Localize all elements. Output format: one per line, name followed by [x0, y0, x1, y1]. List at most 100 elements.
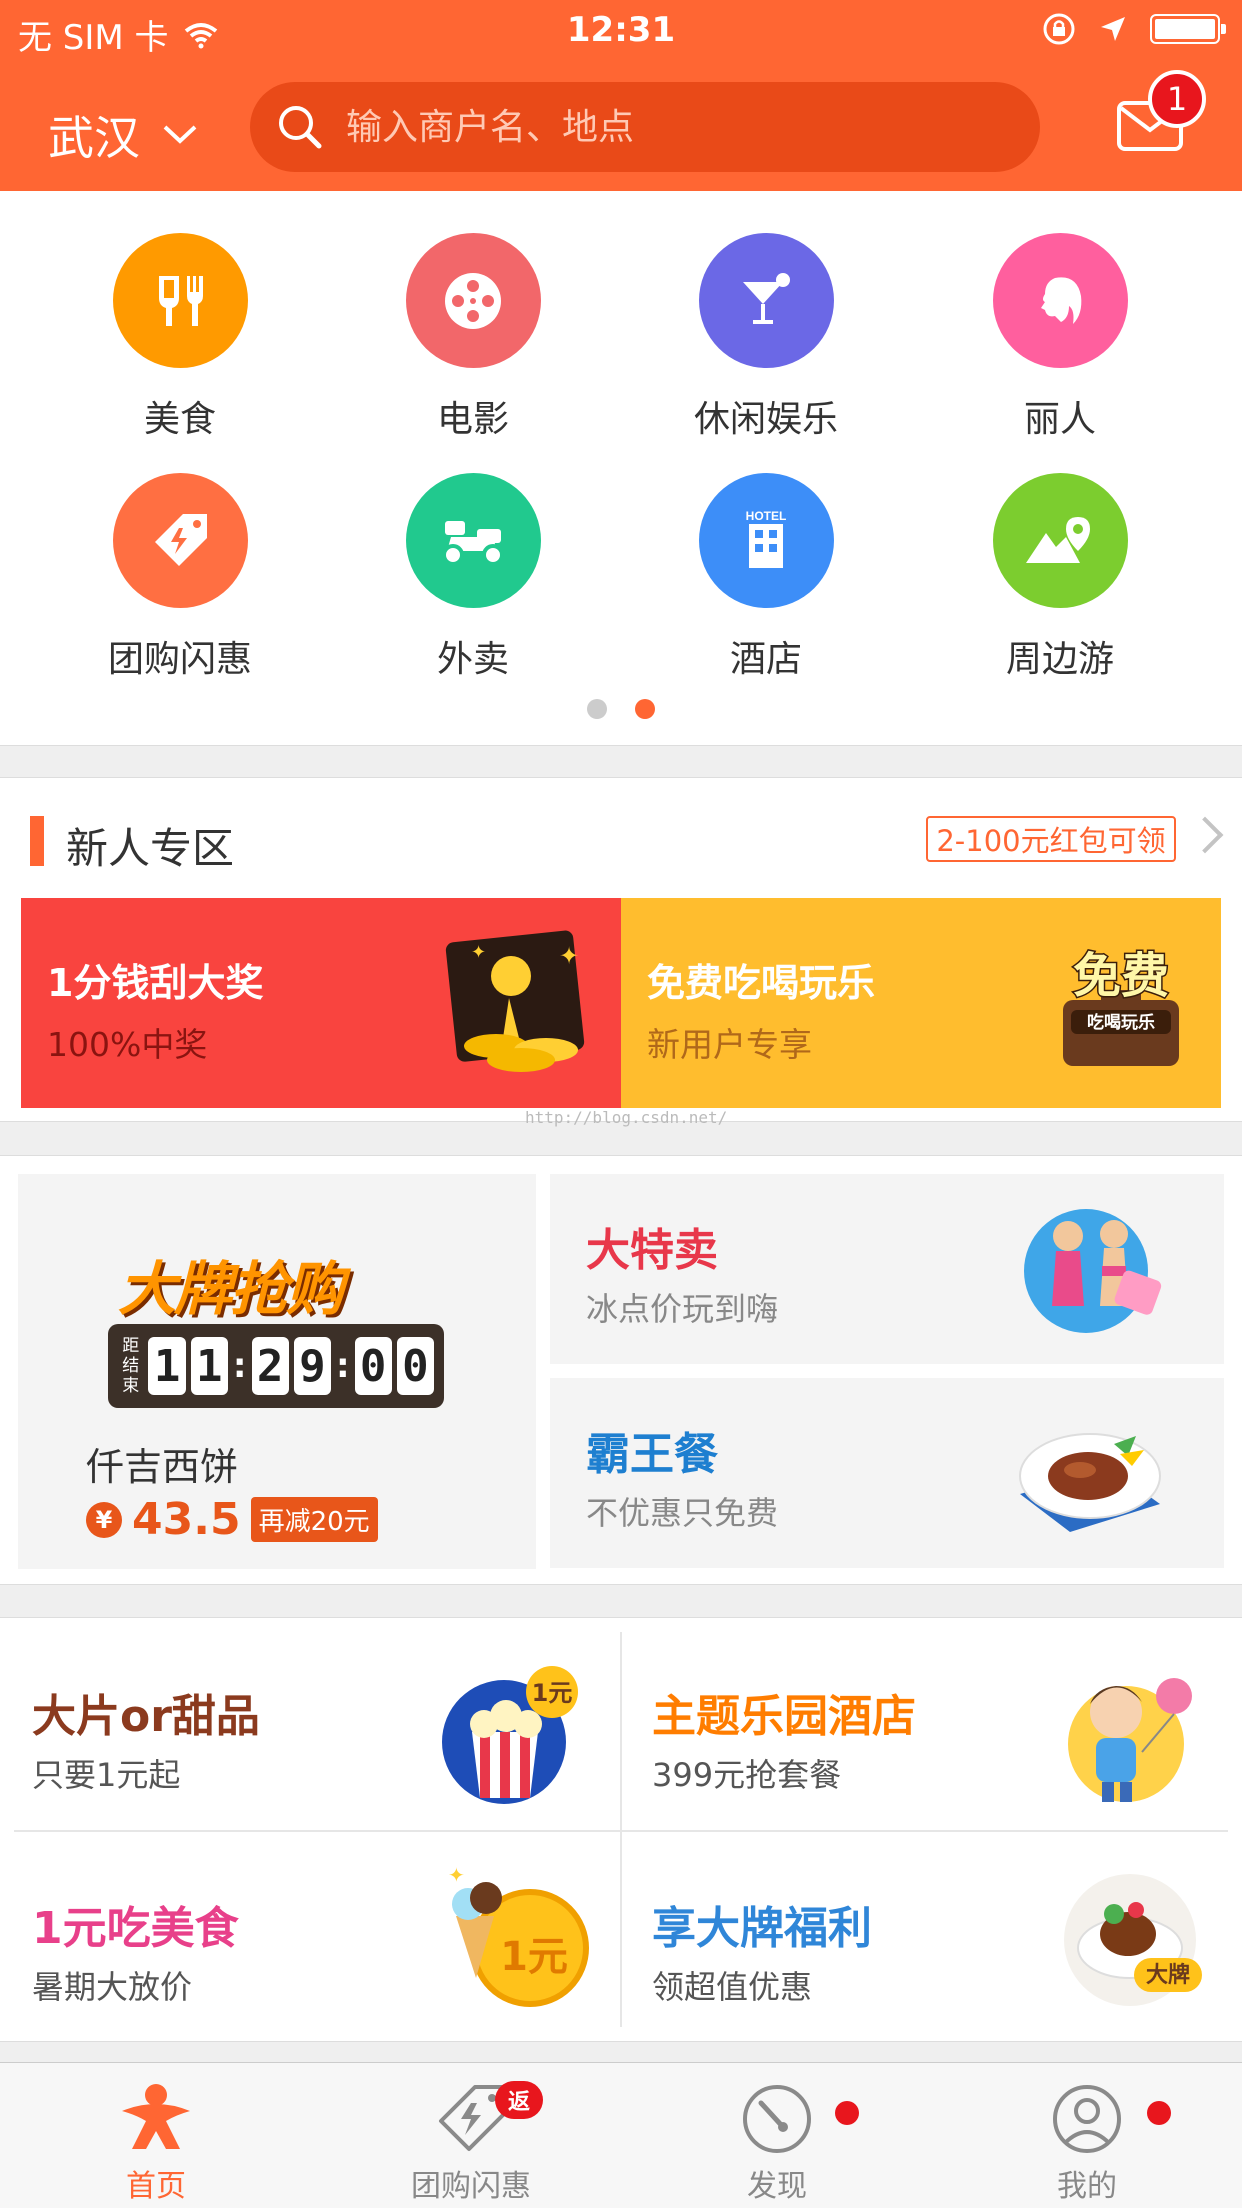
category-entertainment[interactable]: 休闲娱乐 [656, 233, 876, 442]
countdown-label: 距 结 束 [122, 1336, 140, 1396]
promo-title: 大特卖 [586, 1225, 718, 1276]
grid-subtitle: 只要1元起 [32, 1756, 181, 1794]
promotion-section: 大牌抢购 距 结 束 1 1 : 2 9 : 0 0 仟吉西饼 ¥ 43.5 再… [0, 1155, 1242, 1585]
tab-label: 发现 [747, 2169, 807, 2204]
category-beauty[interactable]: 丽人 [950, 233, 1170, 442]
section-title: 新人专区 [66, 824, 235, 873]
tab-home[interactable]: 首页 [56, 2081, 256, 2205]
countdown-digit: 0 [354, 1337, 392, 1395]
brand-welfare-card[interactable]: 享大牌福利 领超值优惠 大牌 [634, 1844, 1234, 2044]
popcorn-badge-text: 1元 [532, 1679, 573, 1707]
price-row: ¥ 43.5 再减20元 [86, 1494, 378, 1545]
countdown-digit: 9 [293, 1337, 331, 1395]
svg-text:✦: ✦ [448, 1863, 465, 1887]
category-label: 外卖 [436, 639, 509, 680]
status-bar: 无 SIM 卡 12:31 [0, 0, 1242, 62]
user-icon [1053, 2085, 1121, 2153]
page-indicator [0, 699, 1242, 719]
deal-price: 43.5 [132, 1494, 241, 1545]
card-title: 免费吃喝玩乐 [647, 961, 876, 1005]
free-badge-subtext: 吃喝玩乐 [1087, 1012, 1155, 1033]
notification-dot [835, 2101, 859, 2125]
chevron-right-icon[interactable] [1186, 816, 1224, 854]
countdown-digit: 0 [396, 1337, 434, 1395]
card-subtitle: 100%中奖 [47, 1025, 208, 1064]
category-nearby-travel[interactable]: 周边游 [950, 473, 1170, 682]
header: 无 SIM 卡 12:31 武汉 输入商户名、地点 1 [0, 0, 1242, 191]
free-fun-card[interactable]: 免费吃喝玩乐 新用户专享 免费 吃喝玩乐 [621, 898, 1221, 1108]
hotel-icon: HOTEL [698, 473, 834, 608]
tab-group-buy[interactable]: 团购闪惠 返 [371, 2081, 571, 2205]
svg-text:✦: ✦ [559, 942, 579, 970]
category-hotel[interactable]: HOTEL 酒店 [656, 473, 876, 682]
battery-icon [1150, 14, 1226, 44]
category-group-buy[interactable]: 团购闪惠 [70, 473, 290, 682]
countdown-digit: 2 [251, 1337, 289, 1395]
tab-discover[interactable]: 发现 [677, 2081, 877, 2205]
theme-park-hotel-card[interactable]: 主题乐园酒店 399元抢套餐 [634, 1632, 1234, 1832]
message-count-badge: 1 [1148, 70, 1206, 128]
woman-profile-icon [992, 233, 1128, 368]
category-food[interactable]: 美食 [70, 233, 290, 442]
countdown-colon: : [232, 1346, 247, 1386]
category-movie[interactable]: 电影 [363, 233, 583, 442]
fork-knife-icon [112, 233, 248, 368]
tab-label: 首页 [126, 2169, 186, 2204]
city-selector[interactable]: 武汉 [48, 102, 198, 168]
category-grid: 美食 电影 休闲娱乐 丽人 团购闪惠 外卖 HOTEL 酒店 周边游 [0, 191, 1242, 746]
movie-dessert-card[interactable]: 大片or甜品 只要1元起 1元 [14, 1632, 614, 1832]
category-label: 周边游 [1005, 639, 1114, 680]
category-label: 丽人 [1023, 399, 1096, 440]
film-reel-icon [405, 233, 541, 368]
countdown-colon: : [335, 1346, 350, 1386]
category-label: 酒店 [729, 639, 802, 680]
home-person-icon [122, 2084, 190, 2149]
mountain-pin-icon [992, 473, 1128, 608]
coin-badge-text: 1元 [500, 1934, 568, 1980]
coins-lottery-icon: ✦ ✦ [445, 930, 585, 1072]
promo-subtitle: 不优惠只免费 [586, 1494, 779, 1532]
search-bar[interactable] [250, 82, 1040, 172]
flash-tag-icon [112, 473, 248, 608]
tab-label: 团购闪惠 [411, 2169, 531, 2204]
beach-people-icon [1024, 1209, 1162, 1333]
activity-grid: 大片or甜品 只要1元起 1元 主题乐园酒店 399元抢套餐 1元吃美食 暑期大… [0, 1617, 1242, 2042]
grid-title: 享大牌福利 [652, 1903, 872, 1954]
cartoon-boy-balloon-icon [1068, 1678, 1192, 1802]
popcorn-icon: 1元 [442, 1666, 578, 1804]
card-title: 1分钱刮大奖 [47, 961, 264, 1005]
countdown-digit: 1 [190, 1337, 228, 1395]
svg-text:✦: ✦ [471, 942, 486, 963]
grid-subtitle: 399元抢套餐 [652, 1756, 842, 1794]
free-badge-text: 免费 [1073, 948, 1169, 1004]
card-subtitle: 新用户专享 [647, 1025, 812, 1064]
free-meal-card[interactable]: 霸王餐 不优惠只免费 [550, 1378, 1224, 1568]
brand-flash-sale-card[interactable]: 大牌抢购 距 结 束 1 1 : 2 9 : 0 0 仟吉西饼 ¥ 43.5 再… [18, 1174, 536, 1569]
rotation-lock-icon [1043, 13, 1075, 45]
scooter-icon [405, 473, 541, 608]
category-label: 团购闪惠 [107, 639, 252, 680]
category-takeout[interactable]: 外卖 [363, 473, 583, 682]
discount-tag: 再减20元 [250, 1497, 378, 1542]
tab-profile[interactable]: 我的 [987, 2081, 1187, 2205]
search-input[interactable] [346, 106, 996, 148]
hotel-icon-text: HOTEL [746, 509, 787, 523]
one-yuan-food-card[interactable]: 1元吃美食 暑期大放价 1元 ✦ [14, 1844, 614, 2044]
category-label: 电影 [436, 399, 509, 440]
compass-icon [743, 2085, 811, 2153]
tab-label: 我的 [1057, 2169, 1117, 2204]
search-icon [279, 106, 322, 149]
countdown-timer: 距 结 束 1 1 : 2 9 : 0 0 [108, 1324, 444, 1408]
scratch-prize-card[interactable]: 1分钱刮大奖 100%中奖 ✦ ✦ [21, 898, 621, 1108]
grid-title: 1元吃美食 [32, 1903, 239, 1954]
notification-dot [1147, 2101, 1171, 2125]
page-dot[interactable] [587, 699, 607, 719]
grid-title: 大片or甜品 [32, 1691, 260, 1742]
big-sale-card[interactable]: 大特卖 冰点价玩到嗨 [550, 1174, 1224, 1364]
cocktail-icon [698, 233, 834, 368]
location-arrow-icon [1101, 17, 1125, 41]
ice-cream-coin-icon: 1元 ✦ [448, 1863, 589, 2007]
page-dot-active[interactable] [635, 699, 655, 719]
red-packet-tag[interactable]: 2-100元红包可领 [926, 816, 1176, 862]
newcomer-section: 新人专区 2-100元红包可领 1分钱刮大奖 100%中奖 ✦ ✦ 免费吃喝玩乐… [0, 777, 1242, 1127]
